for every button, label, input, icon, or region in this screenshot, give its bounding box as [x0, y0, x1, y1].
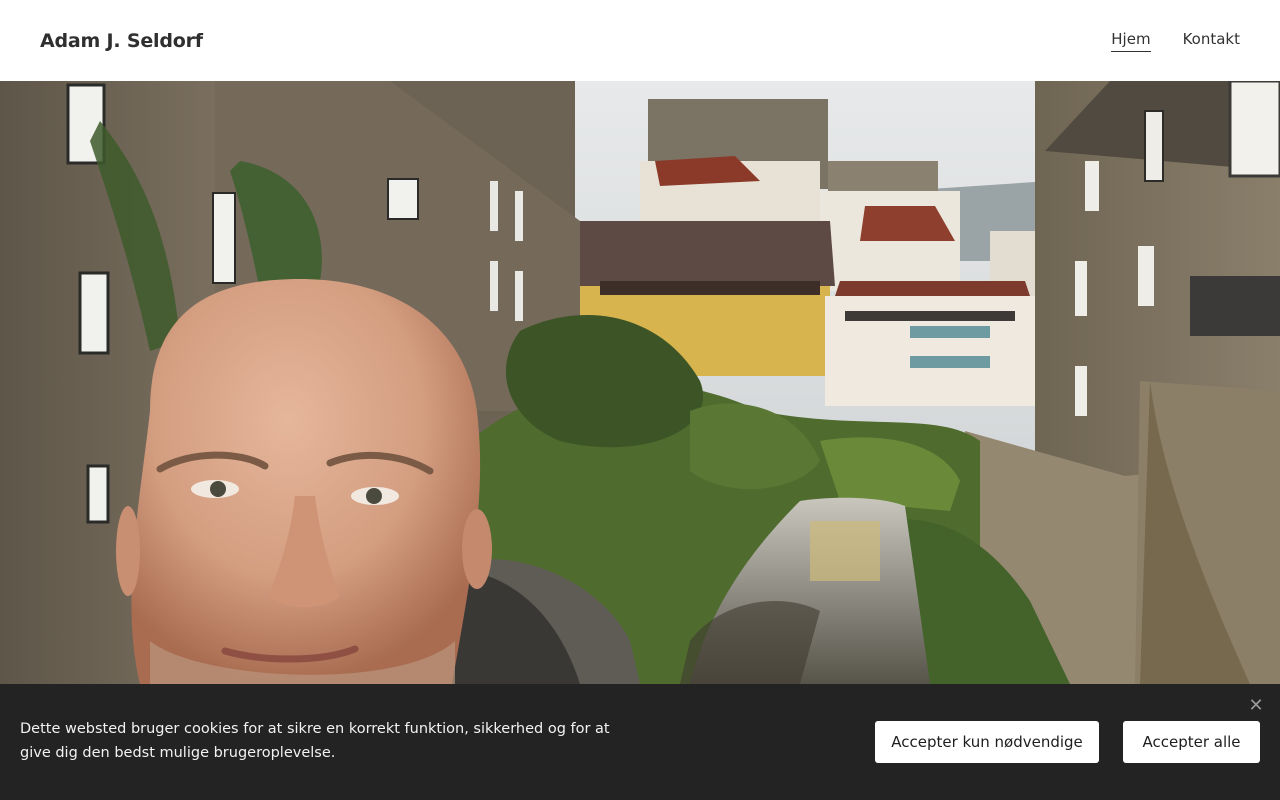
site-title[interactable]: Adam J. Seldorf	[40, 30, 203, 52]
main-nav: Hjem Kontakt	[1111, 30, 1240, 52]
hero-photo	[0, 81, 1280, 684]
close-icon[interactable]: ✕	[1248, 697, 1264, 715]
cookie-banner: Dette websted bruger cookies for at sikr…	[0, 684, 1280, 800]
accept-necessary-button[interactable]: Accepter kun nødvendige	[875, 721, 1099, 763]
hero-photo-illustration	[0, 81, 1280, 684]
accept-all-button[interactable]: Accepter alle	[1123, 721, 1260, 763]
cookie-message: Dette websted bruger cookies for at sikr…	[20, 721, 610, 761]
nav-link-kontakt[interactable]: Kontakt	[1183, 30, 1240, 52]
nav-link-hjem[interactable]: Hjem	[1111, 30, 1151, 52]
site-header: Adam J. Seldorf Hjem Kontakt	[0, 0, 1280, 81]
